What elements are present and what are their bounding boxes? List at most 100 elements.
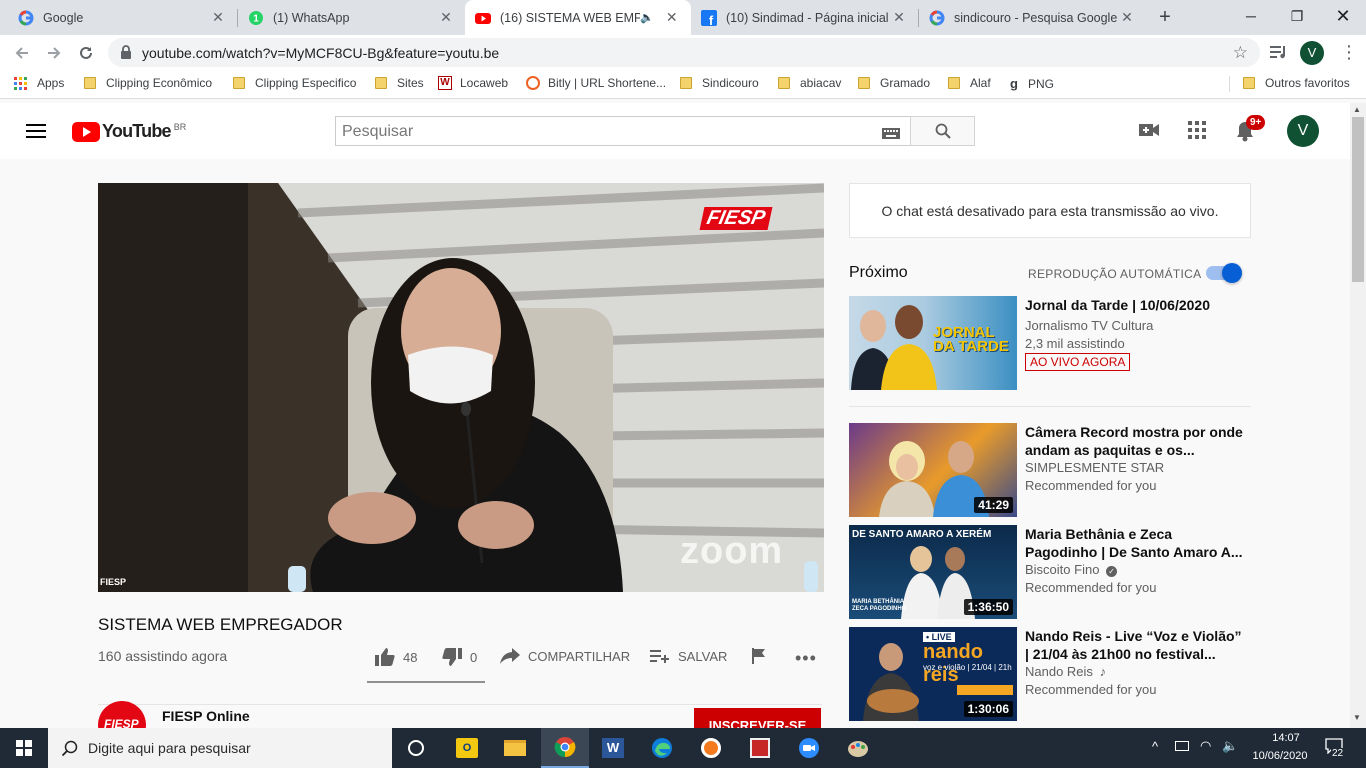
whatsapp-icon: 1 bbox=[248, 10, 264, 26]
close-tab-icon[interactable]: ✕ bbox=[664, 9, 680, 26]
dislike-button[interactable]: 0 bbox=[442, 648, 477, 666]
tray-chevron-icon[interactable]: ^ bbox=[1152, 739, 1158, 754]
tab-google[interactable]: Google ✕ bbox=[8, 0, 236, 35]
tab-whatsapp[interactable]: 1 (1) WhatsApp ✕ bbox=[238, 0, 464, 35]
bookmark-folder[interactable]: abiacav bbox=[778, 76, 841, 90]
channel-name[interactable]: FIESP Online bbox=[162, 708, 250, 724]
file-explorer-app[interactable] bbox=[491, 728, 539, 768]
profile-avatar[interactable]: V bbox=[1300, 41, 1324, 65]
zoom-app[interactable] bbox=[785, 728, 833, 768]
wifi-icon[interactable]: ◠ bbox=[1200, 738, 1211, 754]
menu-kebab-icon[interactable]: ⋮ bbox=[1340, 41, 1358, 63]
bookmark-folder[interactable]: Clipping Econômico bbox=[84, 76, 212, 90]
edge-app[interactable] bbox=[638, 728, 686, 768]
maximize-button[interactable]: ❐ bbox=[1274, 0, 1320, 32]
verified-check-icon: ✓ bbox=[1106, 566, 1118, 577]
volume-icon[interactable]: 🔈 bbox=[1222, 738, 1238, 754]
folder-icon bbox=[948, 77, 960, 89]
chrome-app[interactable] bbox=[541, 728, 589, 768]
new-tab-button[interactable]: + bbox=[1153, 6, 1177, 28]
hamburger-menu-icon[interactable] bbox=[26, 123, 46, 144]
speaker-icon[interactable]: 🔈 bbox=[640, 11, 654, 24]
autoplay-toggle[interactable] bbox=[1206, 263, 1242, 283]
close-tab-icon[interactable]: ✕ bbox=[1119, 9, 1135, 26]
windows-start-button[interactable] bbox=[0, 728, 48, 768]
bookmark-folder[interactable]: Sites bbox=[375, 76, 424, 90]
address-bar[interactable]: youtube.com/watch?v=MyMCF8CU-Bg&feature=… bbox=[108, 38, 1260, 67]
close-tab-icon[interactable]: ✕ bbox=[891, 9, 907, 26]
bookmark-label: Clipping Econômico bbox=[106, 76, 213, 90]
video-thumbnail[interactable]: DE SANTO AMARO A XERÉM MARIA BETHÂNIA ZE… bbox=[849, 525, 1017, 619]
recommendation-title[interactable]: Jornal da Tarde | 10/06/2020 bbox=[1025, 296, 1245, 314]
video-player[interactable]: FIESP zoom FIESP bbox=[98, 183, 824, 592]
recommendation-item[interactable]: DE SANTO AMARO A XERÉM MARIA BETHÂNIA ZE… bbox=[849, 525, 1251, 620]
share-button[interactable]: COMPARTILHAR bbox=[500, 648, 630, 664]
bookmark-other-favorites[interactable]: Outros favoritos bbox=[1243, 76, 1350, 90]
taskbar-search-input[interactable]: Digite aqui para pesquisar bbox=[48, 728, 392, 768]
video-thumbnail[interactable]: 41:29 bbox=[849, 423, 1017, 517]
youtube-logo[interactable]: YouTube BR bbox=[72, 121, 186, 142]
scrollbar-thumb[interactable] bbox=[1352, 117, 1364, 282]
corner-label: FIESP bbox=[100, 577, 127, 587]
bookmark-locaweb[interactable]: W Locaweb bbox=[438, 76, 508, 90]
video-title: SISTEMA WEB EMPREGADOR bbox=[98, 615, 343, 634]
apps-grid-icon[interactable] bbox=[1188, 121, 1206, 144]
bookmark-folder[interactable]: Alaf bbox=[948, 76, 991, 90]
recommendation-item[interactable]: • LIVE nando reis voz e violão | 21/04 |… bbox=[849, 627, 1251, 722]
recommendation-item[interactable]: JORNAL DA TARDE Jornal da Tarde | 10/06/… bbox=[849, 296, 1251, 391]
forward-button[interactable] bbox=[40, 39, 68, 67]
recommendation-title[interactable]: Câmera Record mostra por onde andam as p… bbox=[1025, 423, 1245, 459]
keyboard-icon[interactable] bbox=[882, 126, 900, 144]
bookmark-png[interactable]: g PNG bbox=[1010, 76, 1054, 91]
pdf-app[interactable] bbox=[736, 728, 784, 768]
clock-date[interactable]: 10/06/2020 bbox=[1250, 750, 1310, 762]
paint-app[interactable] bbox=[834, 728, 882, 768]
report-button[interactable] bbox=[752, 648, 774, 664]
back-button[interactable] bbox=[8, 39, 36, 67]
word-app[interactable]: W bbox=[589, 728, 637, 768]
tab-title: sindicouro - Pesquisa Google bbox=[954, 10, 1118, 25]
bookmark-label: Bitly | URL Shortene... bbox=[548, 76, 667, 90]
recommendation-title[interactable]: Nando Reis - Live “Voz e Violão” | 21/04… bbox=[1025, 627, 1245, 663]
close-tab-icon[interactable]: ✕ bbox=[438, 9, 454, 26]
search-button[interactable] bbox=[910, 116, 975, 146]
zoom-icon bbox=[799, 738, 819, 758]
folder-icon bbox=[858, 77, 870, 89]
media-control-icon[interactable] bbox=[1270, 44, 1288, 65]
taskbar: Digite aqui para pesquisar O W ^ ◠ 🔈 14:… bbox=[0, 728, 1366, 768]
minimize-button[interactable]: ─ bbox=[1228, 0, 1274, 32]
tab-youtube-active[interactable]: (16) SISTEMA WEB EMPREGADOR 🔈 ✕ bbox=[465, 0, 691, 35]
lock-icon[interactable] bbox=[120, 45, 132, 64]
like-button[interactable]: 48 bbox=[375, 648, 417, 666]
create-video-icon[interactable] bbox=[1139, 122, 1159, 143]
close-window-button[interactable]: ✕ bbox=[1320, 0, 1366, 32]
battery-icon[interactable] bbox=[1175, 741, 1189, 751]
bookmark-folder[interactable]: Sindicouro bbox=[680, 76, 759, 90]
video-thumbnail[interactable]: JORNAL DA TARDE bbox=[849, 296, 1017, 390]
bookmark-apps[interactable]: Apps bbox=[14, 76, 64, 90]
bookmark-label: PNG bbox=[1027, 76, 1054, 91]
reload-button[interactable] bbox=[72, 39, 100, 67]
avast-app[interactable] bbox=[687, 728, 735, 768]
recommendation-title[interactable]: Maria Bethânia e Zeca Pagodinho | De San… bbox=[1025, 525, 1245, 561]
bookmark-bitly[interactable]: Bitly | URL Shortene... bbox=[526, 76, 666, 90]
tab-title: (16) SISTEMA WEB EMPREGADOR bbox=[500, 10, 640, 25]
search-input[interactable]: Pesquisar bbox=[335, 116, 911, 146]
subscribe-button[interactable]: INSCREVER-SE bbox=[694, 708, 821, 728]
bookmark-folder[interactable]: Gramado bbox=[858, 76, 930, 90]
tab-sindicouro[interactable]: sindicouro - Pesquisa Google ✕ bbox=[919, 0, 1145, 35]
recommendation-item[interactable]: 41:29 Câmera Record mostra por onde anda… bbox=[849, 423, 1251, 518]
account-avatar[interactable]: V bbox=[1287, 115, 1319, 147]
bookmark-folder[interactable]: Clipping Especifico bbox=[233, 76, 356, 90]
video-thumbnail[interactable]: • LIVE nando reis voz e violão | 21/04 |… bbox=[849, 627, 1017, 721]
outlook-app[interactable]: O bbox=[443, 728, 491, 768]
task-view-button[interactable] bbox=[392, 728, 440, 768]
page-scrollbar[interactable]: ▲ ▼ bbox=[1350, 103, 1366, 728]
clock-time[interactable]: 14:07 bbox=[1263, 732, 1309, 744]
close-tab-icon[interactable]: ✕ bbox=[210, 9, 226, 26]
star-icon[interactable]: ☆ bbox=[1233, 43, 1248, 63]
save-button[interactable]: SALVAR bbox=[650, 648, 727, 664]
viewer-count: 160 assistindo agora bbox=[98, 648, 228, 664]
more-actions-icon[interactable]: ••• bbox=[795, 648, 817, 669]
tab-facebook[interactable]: f (10) Sindimad - Página inicial ✕ bbox=[691, 0, 917, 35]
